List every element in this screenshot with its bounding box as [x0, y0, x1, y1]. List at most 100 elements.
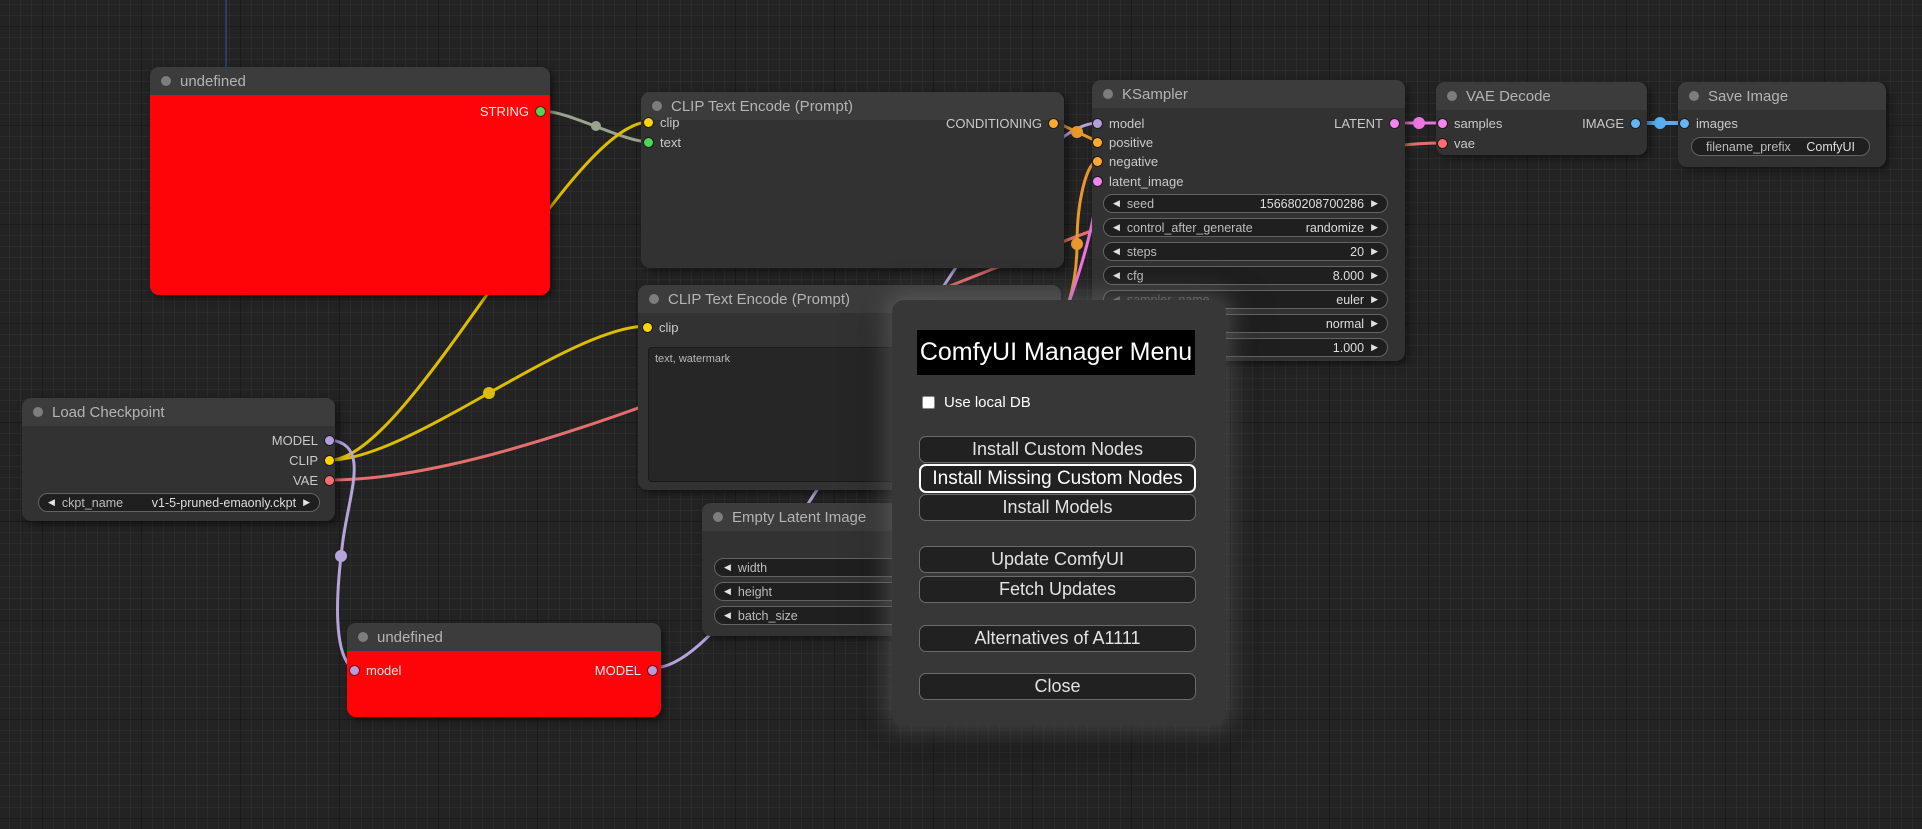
input-vae[interactable]: vae	[1438, 134, 1475, 152]
increment-icon[interactable]: ▶	[1371, 319, 1378, 328]
increment-icon[interactable]: ▶	[1371, 223, 1378, 232]
node-title-bar[interactable]: VAE Decode	[1436, 82, 1647, 110]
vae-port-dot[interactable]	[325, 475, 334, 485]
widget-control-after-generate[interactable]: ◀ control_after_generate randomize ▶	[1103, 218, 1388, 237]
latent-port-dot[interactable]	[1390, 118, 1399, 128]
node-status-icon	[713, 512, 723, 522]
output-latent[interactable]: LATENT	[1334, 114, 1399, 132]
conditioning-port-dot[interactable]	[1093, 137, 1102, 147]
node-clip-text-encode-1[interactable]: CLIP Text Encode (Prompt) clip text COND…	[641, 92, 1064, 268]
reroute-dot[interactable]	[335, 550, 347, 562]
node-status-icon	[1103, 89, 1113, 99]
decrement-icon[interactable]: ◀	[724, 563, 731, 572]
increment-icon[interactable]: ▶	[1371, 247, 1378, 256]
node-undefined-top[interactable]: undefined STRING	[150, 67, 550, 295]
output-vae[interactable]: VAE	[293, 471, 334, 489]
reroute-dot[interactable]	[1071, 126, 1083, 138]
input-clip[interactable]: clip	[643, 318, 679, 336]
vae-port-dot[interactable]	[1438, 138, 1447, 148]
clip-port-dot[interactable]	[643, 322, 652, 332]
model-port-dot[interactable]	[648, 665, 657, 675]
input-samples[interactable]: samples	[1438, 114, 1502, 132]
node-title-bar[interactable]: Save Image	[1678, 82, 1886, 110]
node-title: KSampler	[1122, 85, 1188, 103]
reroute-dot[interactable]	[591, 121, 601, 131]
model-port-dot[interactable]	[325, 435, 334, 445]
input-clip[interactable]: clip	[644, 113, 680, 131]
install-custom-nodes-button[interactable]: Install Custom Nodes	[919, 436, 1196, 463]
install-missing-custom-nodes-button[interactable]: Install Missing Custom Nodes	[919, 464, 1196, 493]
decrement-icon[interactable]: ◀	[724, 611, 731, 620]
text-port-dot[interactable]	[644, 137, 653, 147]
alternatives-of-a1111-button[interactable]: Alternatives of A1111	[919, 625, 1196, 652]
node-title-bar[interactable]: undefined	[347, 623, 661, 651]
node-title: Save Image	[1708, 87, 1789, 105]
output-clip[interactable]: CLIP	[289, 451, 334, 469]
node-load-checkpoint[interactable]: Load Checkpoint MODEL CLIP VAE ◀ ckpt_na…	[22, 398, 335, 521]
node-title-bar[interactable]: undefined	[150, 67, 550, 95]
reroute-dot[interactable]	[1071, 238, 1083, 250]
graph-canvas[interactable]: undefined STRING CLIP Text Encode (Promp…	[0, 0, 1922, 829]
widget-filename-prefix[interactable]: filename_prefix ComfyUI	[1691, 137, 1870, 156]
node-vae-decode[interactable]: VAE Decode samples vae IMAGE	[1436, 82, 1647, 155]
increment-icon[interactable]: ▶	[1371, 271, 1378, 280]
node-title: CLIP Text Encode (Prompt)	[668, 290, 851, 308]
input-negative[interactable]: negative	[1093, 152, 1158, 170]
conditioning-port-dot[interactable]	[1093, 156, 1102, 166]
increment-icon[interactable]: ▶	[1371, 199, 1378, 208]
use-local-db-checkbox[interactable]	[922, 396, 935, 409]
model-port-dot[interactable]	[350, 665, 359, 675]
output-model[interactable]: MODEL	[595, 661, 657, 679]
increment-icon[interactable]: ▶	[1371, 295, 1378, 304]
node-save-image[interactable]: Save Image images filename_prefix ComfyU…	[1678, 82, 1886, 167]
output-string[interactable]: STRING	[480, 102, 545, 120]
dialog-title: ComfyUI Manager Menu	[917, 330, 1195, 375]
decrement-icon[interactable]: ◀	[724, 587, 731, 596]
reroute-dot[interactable]	[1654, 117, 1666, 129]
clip-port-dot[interactable]	[325, 455, 334, 465]
decrement-icon[interactable]: ◀	[1113, 247, 1120, 256]
reroute-dot[interactable]	[483, 387, 495, 399]
increment-icon[interactable]: ▶	[303, 498, 310, 507]
clip-port-dot[interactable]	[644, 117, 653, 127]
widget-cfg[interactable]: ◀ cfg 8.000 ▶	[1103, 266, 1388, 285]
input-model[interactable]: model	[1093, 114, 1144, 132]
node-status-icon	[161, 76, 171, 86]
image-port-dot[interactable]	[1680, 118, 1689, 128]
fetch-updates-button[interactable]: Fetch Updates	[919, 576, 1196, 603]
widget-ckpt-name[interactable]: ◀ ckpt_name v1-5-pruned-emaonly.ckpt ▶	[38, 493, 320, 512]
input-images[interactable]: images	[1680, 114, 1738, 132]
node-undefined-bottom[interactable]: undefined model MODEL	[347, 623, 661, 717]
input-latent-image[interactable]: latent_image	[1093, 172, 1183, 190]
node-status-icon	[652, 101, 662, 111]
reroute-dot[interactable]	[1413, 117, 1425, 129]
comfyui-manager-dialog: ComfyUI Manager Menu Use local DB Instal…	[892, 300, 1226, 725]
input-text[interactable]: text	[644, 133, 681, 151]
input-positive[interactable]: positive	[1093, 133, 1153, 151]
increment-icon[interactable]: ▶	[1371, 343, 1378, 352]
install-models-button[interactable]: Install Models	[919, 494, 1196, 521]
decrement-icon[interactable]: ◀	[1113, 271, 1120, 280]
image-port-dot[interactable]	[1631, 118, 1640, 128]
decrement-icon[interactable]: ◀	[1113, 199, 1120, 208]
latent-port-dot[interactable]	[1438, 118, 1447, 128]
node-title: undefined	[180, 72, 246, 90]
node-title-bar[interactable]: KSampler	[1092, 80, 1405, 108]
latent-port-dot[interactable]	[1093, 176, 1102, 186]
model-port-dot[interactable]	[1093, 118, 1102, 128]
node-title-bar[interactable]: Load Checkpoint	[22, 398, 335, 426]
node-status-icon	[33, 407, 43, 417]
widget-steps[interactable]: ◀ steps 20 ▶	[1103, 242, 1388, 261]
decrement-icon[interactable]: ◀	[1113, 223, 1120, 232]
output-model[interactable]: MODEL	[272, 431, 334, 449]
node-status-icon	[1689, 91, 1699, 101]
conditioning-port-dot[interactable]	[1049, 118, 1058, 128]
update-comfyui-button[interactable]: Update ComfyUI	[919, 546, 1196, 573]
close-button[interactable]: Close	[919, 673, 1196, 700]
output-image[interactable]: IMAGE	[1582, 114, 1640, 132]
input-model[interactable]: model	[350, 661, 401, 679]
decrement-icon[interactable]: ◀	[48, 498, 55, 507]
widget-seed[interactable]: ◀ seed 156680208700286 ▶	[1103, 194, 1388, 213]
output-conditioning[interactable]: CONDITIONING	[946, 114, 1058, 132]
string-port-dot[interactable]	[536, 106, 545, 116]
